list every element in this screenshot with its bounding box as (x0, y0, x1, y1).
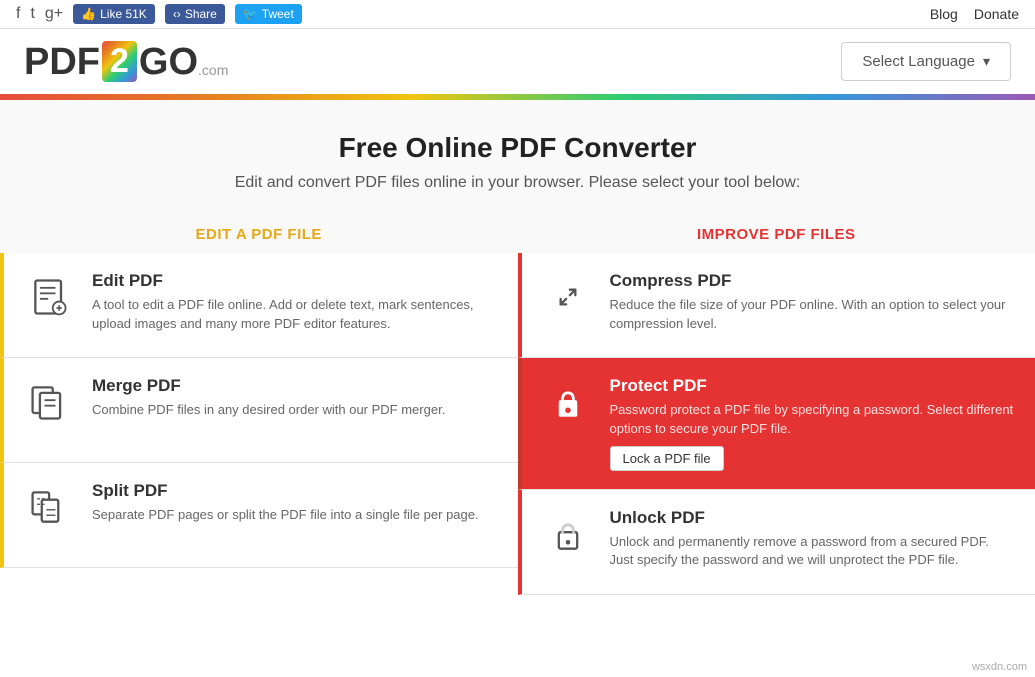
top-bar-left: f t g+ 👍 Like 51K ‹› Share 🐦 Tweet (16, 4, 302, 24)
compress-pdf-icon (542, 271, 594, 323)
logo-pdf-text: PDF (24, 43, 100, 81)
compress-pdf-item[interactable]: Compress PDF Reduce the file size of you… (518, 253, 1035, 358)
language-select-label: Select Language (862, 53, 975, 70)
edit-pdf-text: Edit PDF A tool to edit a PDF file onlin… (92, 271, 498, 332)
unlock-pdf-title: Unlock PDF (610, 508, 1016, 528)
like-button[interactable]: 👍 Like 51K (73, 4, 155, 24)
split-pdf-title: Split PDF (92, 481, 498, 501)
hero-section: Free Online PDF Converter Edit and conve… (0, 100, 1035, 212)
googleplus-icon[interactable]: g+ (45, 5, 63, 23)
blog-link[interactable]: Blog (930, 6, 958, 22)
twitter-icon[interactable]: t (30, 5, 34, 23)
protect-pdf-item[interactable]: Protect PDF Password protect a PDF file … (518, 358, 1035, 489)
share-icon: ‹› (173, 7, 181, 21)
top-bar-right: Blog Donate (930, 6, 1019, 22)
compress-pdf-title: Compress PDF (610, 271, 1016, 291)
improve-section-header: IMPROVE PDF FILES (518, 212, 1035, 253)
share-label: Share (185, 7, 217, 21)
edit-pdf-description: A tool to edit a PDF file online. Add or… (92, 296, 498, 332)
hero-subtitle: Edit and convert PDF files online in you… (16, 174, 1019, 192)
split-pdf-icon (24, 481, 76, 533)
edit-section-header: EDIT A PDF FILE (0, 212, 518, 253)
merge-pdf-text: Merge PDF Combine PDF files in any desir… (92, 376, 498, 419)
merge-pdf-icon (24, 376, 76, 428)
logo[interactable]: PDF 2 GO .com (24, 41, 228, 82)
donate-link[interactable]: Donate (974, 6, 1019, 22)
logo-go-text: GO (139, 43, 198, 81)
protect-pdf-icon (542, 376, 594, 428)
hero-title: Free Online PDF Converter (16, 132, 1019, 164)
like-label: Like 51K (100, 7, 147, 21)
protect-pdf-title: Protect PDF (610, 376, 1016, 396)
left-column: Edit PDF A tool to edit a PDF file onlin… (0, 253, 518, 594)
edit-pdf-title: Edit PDF (92, 271, 498, 291)
top-bar: f t g+ 👍 Like 51K ‹› Share 🐦 Tweet Blog … (0, 0, 1035, 29)
split-pdf-text: Split PDF Separate PDF pages or split th… (92, 481, 498, 524)
unlock-pdf-item[interactable]: Unlock PDF Unlock and permanently remove… (518, 490, 1035, 595)
share-button[interactable]: ‹› Share (165, 4, 225, 24)
logo-number: 2 (102, 41, 137, 82)
unlock-pdf-icon (542, 508, 594, 560)
unlock-pdf-text: Unlock PDF Unlock and permanently remove… (610, 508, 1016, 569)
split-pdf-item[interactable]: Split PDF Separate PDF pages or split th… (0, 463, 518, 568)
merge-pdf-item[interactable]: Merge PDF Combine PDF files in any desir… (0, 358, 518, 463)
edit-pdf-icon (24, 271, 76, 323)
logo-com-text: .com (198, 62, 228, 78)
edit-pdf-item[interactable]: Edit PDF A tool to edit a PDF file onlin… (0, 253, 518, 358)
section-header-row: EDIT A PDF FILE IMPROVE PDF FILES (0, 212, 1035, 253)
unlock-pdf-description: Unlock and permanently remove a password… (610, 533, 1016, 569)
facebook-thumb-icon: 👍 (81, 7, 96, 21)
compress-pdf-text: Compress PDF Reduce the file size of you… (610, 271, 1016, 332)
lock-pdf-button[interactable]: Lock a PDF file (610, 446, 724, 471)
tweet-button[interactable]: 🐦 Tweet (235, 4, 302, 24)
split-pdf-description: Separate PDF pages or split the PDF file… (92, 506, 498, 524)
right-column: Compress PDF Reduce the file size of you… (518, 253, 1035, 594)
protect-pdf-text: Protect PDF Password protect a PDF file … (610, 376, 1016, 470)
protect-pdf-description: Password protect a PDF file by specifyin… (610, 401, 1016, 437)
language-select-button[interactable]: Select Language (841, 42, 1011, 81)
merge-pdf-description: Combine PDF files in any desired order w… (92, 401, 498, 419)
tool-columns: Edit PDF A tool to edit a PDF file onlin… (0, 253, 1035, 594)
compress-pdf-description: Reduce the file size of your PDF online.… (610, 296, 1016, 332)
tweet-label: Tweet (262, 7, 294, 21)
header: PDF 2 GO .com Select Language (0, 29, 1035, 94)
watermark: wsxdn.com (972, 661, 1027, 673)
merge-pdf-title: Merge PDF (92, 376, 498, 396)
facebook-icon[interactable]: f (16, 5, 20, 23)
twitter-bird-icon: 🐦 (243, 7, 258, 21)
